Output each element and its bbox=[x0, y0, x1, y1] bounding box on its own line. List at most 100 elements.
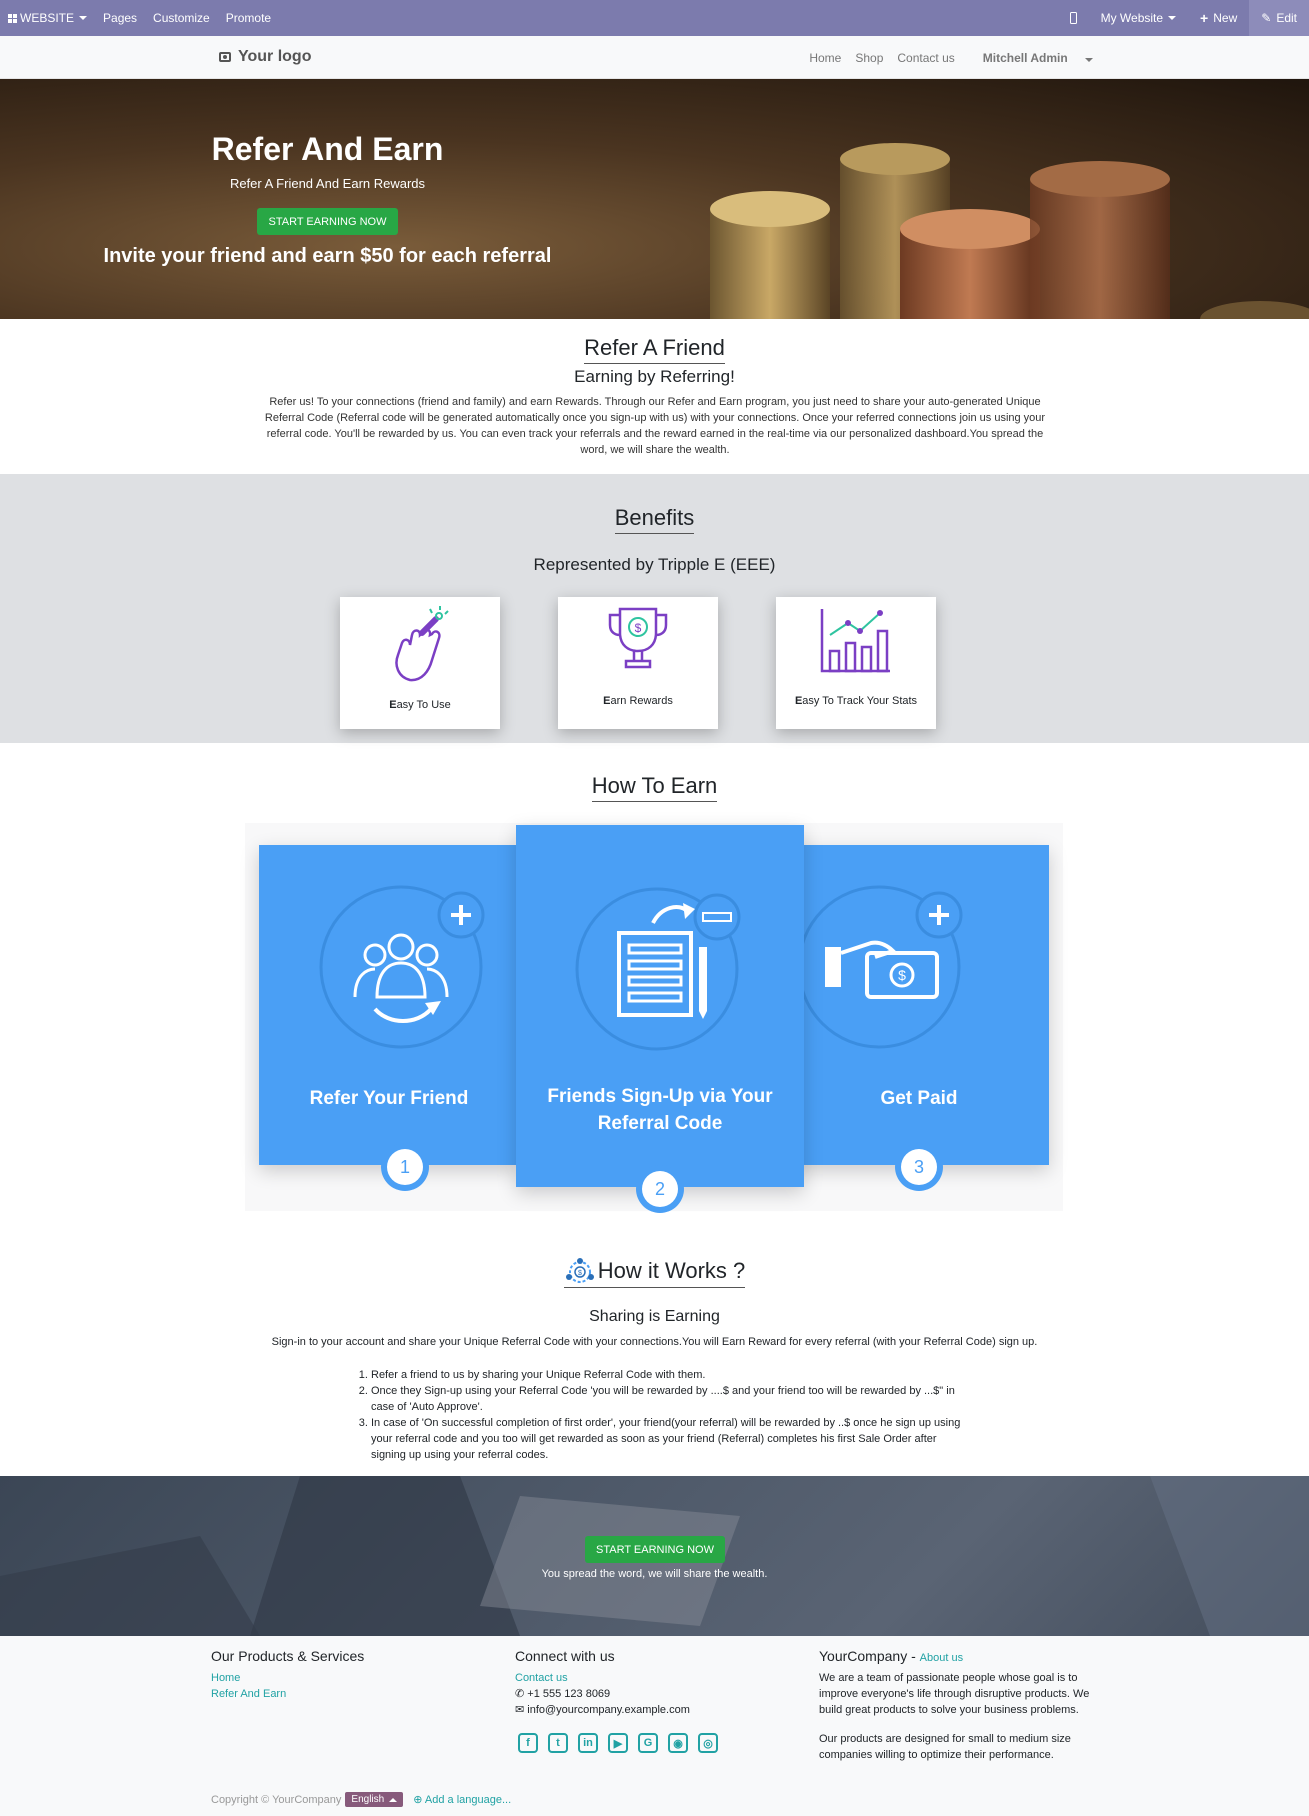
footer-about-column: YourCompany - About us We are a team of … bbox=[819, 1648, 1099, 1763]
email-address: info@yourcompany.example.com bbox=[527, 1704, 690, 1716]
instagram-icon[interactable]: ◎ bbox=[698, 1733, 718, 1753]
how-to-earn-steps: Refer Your Friend 1 $ Get Paid 3 Friends… bbox=[245, 823, 1063, 1213]
github-icon[interactable]: ◉ bbox=[668, 1733, 688, 1753]
hand-pointer-icon bbox=[395, 606, 449, 682]
how-to-earn-title: How To Earn bbox=[591, 773, 718, 802]
footer-company-title: YourCompany - About us bbox=[819, 1648, 1099, 1664]
plus-icon: + bbox=[1200, 10, 1209, 26]
customize-menu[interactable]: Customize bbox=[145, 0, 218, 36]
footer: Our Products & Services Home Refer And E… bbox=[0, 1636, 1309, 1816]
facebook-icon[interactable]: f bbox=[518, 1733, 538, 1753]
user-name: Mitchell Admin bbox=[982, 50, 1068, 65]
apps-menu-label: WEBSITE bbox=[20, 11, 75, 25]
phone-icon: ✆ bbox=[515, 1688, 525, 1700]
caret-down-icon bbox=[79, 16, 88, 20]
benefit-card-earn-rewards: $ Earn Rewards bbox=[558, 597, 718, 729]
footer-products-title: Our Products & Services bbox=[211, 1648, 365, 1664]
benefit-label: Easy To Track Your Stats bbox=[784, 693, 928, 709]
refer-section: Refer A Friend Earning by Referring! Ref… bbox=[0, 319, 1309, 474]
benefit-label: Easy To Use bbox=[348, 697, 492, 713]
coins-background-image bbox=[710, 143, 1309, 319]
refer-description: Refer us! To your connections (friend an… bbox=[264, 396, 1046, 456]
apps-grid-icon bbox=[8, 13, 17, 23]
nav-home[interactable]: Home bbox=[809, 51, 841, 65]
copyright-bar: Copyright © YourCompany English ⊕ Add a … bbox=[211, 1792, 511, 1807]
benefit-card-track-stats: Easy To Track Your Stats bbox=[776, 597, 936, 729]
svg-text:$: $ bbox=[635, 621, 642, 635]
promote-menu[interactable]: Promote bbox=[218, 0, 279, 36]
svg-text:$: $ bbox=[578, 1270, 582, 1277]
about-us-link[interactable]: About us bbox=[920, 1652, 963, 1664]
list-item: In case of 'On successful completion of … bbox=[371, 1415, 971, 1463]
new-label: New bbox=[1213, 11, 1238, 25]
nav-contact-us[interactable]: Contact us bbox=[897, 51, 954, 65]
hero-content: Refer And Earn Refer A Friend And Earn R… bbox=[0, 79, 655, 319]
site-header: Your logo Home Shop Contact us Mitchell … bbox=[0, 36, 1309, 79]
envelope-icon: ✉ bbox=[515, 1704, 525, 1716]
benefits-title: Benefits bbox=[614, 505, 695, 534]
svg-text:$: $ bbox=[898, 967, 906, 983]
footer-link-refer-and-earn[interactable]: Refer And Earn bbox=[211, 1686, 491, 1702]
nav-shop[interactable]: Shop bbox=[855, 51, 883, 65]
camera-icon bbox=[219, 52, 231, 62]
step-number-badge: 3 bbox=[895, 1143, 943, 1191]
list-item: Refer a friend to us by sharing your Uni… bbox=[371, 1367, 971, 1383]
youtube-icon[interactable]: ▶ bbox=[608, 1733, 628, 1753]
add-language-label: Add a language... bbox=[424, 1794, 512, 1806]
site-logo[interactable]: Your logo bbox=[219, 48, 311, 66]
benefit-rest: asy To Track Your Stats bbox=[802, 695, 918, 707]
edit-button[interactable]: ✎ Edit bbox=[1249, 0, 1309, 36]
hero-tagline: Invite your friend and earn $50 for each… bbox=[103, 245, 552, 267]
start-earning-button[interactable]: START EARNING NOW bbox=[257, 208, 398, 235]
language-selector[interactable]: English bbox=[345, 1792, 404, 1807]
benefit-rest: asy To Use bbox=[396, 699, 451, 711]
footer-email: ✉ info@yourcompany.example.com bbox=[515, 1702, 795, 1718]
refer-friends-icon bbox=[319, 885, 485, 1049]
about-paragraph-1: We are a team of passionate people whose… bbox=[819, 1672, 1090, 1716]
new-button[interactable]: + New bbox=[1188, 0, 1249, 36]
footer-connect-title: Connect with us bbox=[515, 1648, 615, 1664]
hero-title: Refer And Earn bbox=[211, 131, 444, 167]
linkedin-icon[interactable]: in bbox=[578, 1733, 598, 1753]
user-menu[interactable]: Mitchell Admin bbox=[969, 51, 1093, 65]
how-it-works-title-text: How it Works ? bbox=[597, 1258, 746, 1283]
earn-step-card-3: $ Get Paid 3 bbox=[789, 845, 1049, 1191]
footer-products-column: Our Products & Services Home Refer And E… bbox=[211, 1648, 491, 1702]
earn-step-label: Get Paid bbox=[880, 1088, 958, 1109]
mobile-icon bbox=[1069, 12, 1077, 24]
how-it-works-steps: Refer a friend to us by sharing your Uni… bbox=[371, 1367, 971, 1463]
growth-chart-icon bbox=[820, 609, 890, 673]
add-language-link[interactable]: ⊕ Add a language... bbox=[413, 1793, 511, 1806]
cta-banner: START EARNING NOW You spread the word, w… bbox=[0, 1476, 1309, 1636]
earn-step-card-1: Refer Your Friend 1 bbox=[259, 845, 519, 1191]
caret-up-icon bbox=[389, 1797, 398, 1802]
google-plus-icon[interactable]: G bbox=[638, 1733, 658, 1753]
title-separator: - bbox=[907, 1648, 920, 1664]
footer-link-home[interactable]: Home bbox=[211, 1670, 491, 1686]
hero-subtitle: Refer A Friend And Earn Rewards bbox=[229, 176, 426, 191]
step-number: 2 bbox=[642, 1171, 678, 1207]
referral-network-icon: $ bbox=[565, 1258, 594, 1283]
mobile-preview-button[interactable] bbox=[1058, 0, 1089, 36]
cta-text: You spread the word, we will share the w… bbox=[541, 1568, 768, 1580]
earn-step-label: Friends Sign-Up via Your Referral Code bbox=[547, 1086, 773, 1134]
refer-title: Refer A Friend bbox=[584, 335, 725, 364]
footer-contact-link[interactable]: Contact us bbox=[515, 1670, 795, 1686]
benefit-initial: E bbox=[389, 699, 397, 711]
start-earning-button-bottom[interactable]: START EARNING NOW bbox=[585, 1536, 725, 1563]
edit-label: Edit bbox=[1276, 11, 1297, 25]
twitter-icon[interactable]: t bbox=[548, 1733, 568, 1753]
about-paragraph-2: Our products are designed for small to m… bbox=[819, 1733, 1071, 1761]
plus-circle-icon: ⊕ bbox=[413, 1794, 423, 1806]
earn-step-label: Refer Your Friend bbox=[309, 1088, 469, 1109]
apps-menu-button[interactable]: WEBSITE bbox=[0, 0, 95, 36]
hero-banner: Refer And Earn Refer A Friend And Earn R… bbox=[0, 79, 1309, 319]
pages-menu[interactable]: Pages bbox=[95, 0, 145, 36]
benefits-section: Benefits Represented by Tripple E (EEE) … bbox=[0, 474, 1309, 743]
benefit-card-easy-to-use: Easy To Use bbox=[340, 597, 500, 729]
get-paid-icon: $ bbox=[797, 885, 963, 1049]
caret-down-icon bbox=[1168, 16, 1177, 20]
signup-form-icon bbox=[575, 887, 741, 1051]
caret-down-icon bbox=[1085, 57, 1093, 62]
website-selector[interactable]: My Website bbox=[1089, 0, 1188, 36]
